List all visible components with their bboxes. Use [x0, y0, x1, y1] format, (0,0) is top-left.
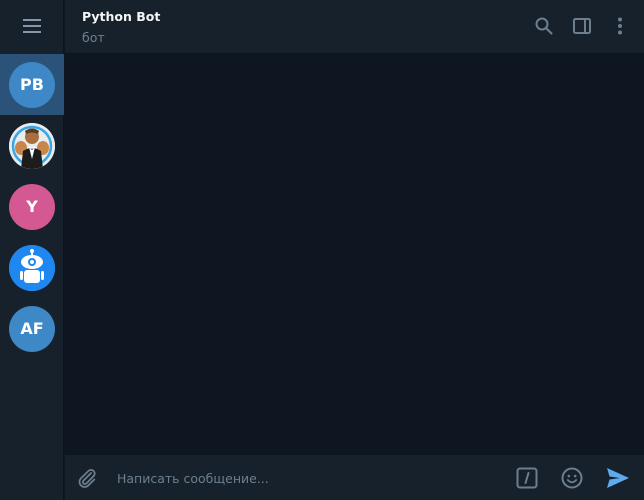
send-icon — [607, 468, 629, 488]
attach-button[interactable] — [75, 466, 99, 490]
more-button[interactable] — [609, 15, 631, 37]
avatar: Y — [9, 183, 55, 230]
message-input[interactable] — [117, 467, 497, 489]
main-menu-button[interactable] — [0, 0, 64, 54]
chat-item-python-bot[interactable]: PB — [0, 54, 64, 115]
search-icon — [535, 17, 553, 35]
avatar — [9, 244, 55, 291]
chat-header: Python Bot бот — [65, 0, 644, 54]
avatar — [9, 122, 55, 169]
avatar-initials: AF — [20, 319, 44, 338]
chat-item-robot[interactable] — [0, 237, 64, 298]
avatar: AF — [9, 305, 55, 352]
send-button[interactable] — [606, 466, 630, 490]
sidebar-toggle-button[interactable] — [571, 15, 593, 37]
chat-item-af[interactable]: AF — [0, 298, 64, 359]
man-in-tuxedo-photo — [9, 122, 55, 169]
hamburger-menu-icon — [23, 18, 41, 37]
attach-icon — [78, 469, 96, 488]
chat-item-y[interactable]: Y — [0, 176, 64, 237]
avatar-initials: Y — [26, 197, 38, 216]
compose-bar — [65, 455, 644, 500]
emoji-icon — [561, 467, 583, 489]
more-vertical-icon — [618, 17, 622, 35]
chat-status: бот — [82, 30, 105, 45]
bot-command-icon — [516, 467, 538, 489]
chat-item-photo[interactable] — [0, 115, 64, 176]
search-button[interactable] — [533, 15, 555, 37]
emoji-button[interactable] — [560, 466, 584, 490]
chat-sidebar: PB Y AF — [0, 0, 64, 500]
sidebar-toggle-icon — [573, 18, 591, 34]
avatar-initials: PB — [20, 75, 44, 94]
avatar: PB — [9, 61, 55, 108]
chat-title[interactable]: Python Bot — [82, 9, 160, 24]
telegram-app: PB Y AF Python Bot бот Написать сообщени… — [0, 0, 644, 500]
robot-icon — [9, 244, 55, 291]
bot-command-button[interactable] — [515, 466, 539, 490]
messages-area[interactable] — [65, 54, 644, 455]
